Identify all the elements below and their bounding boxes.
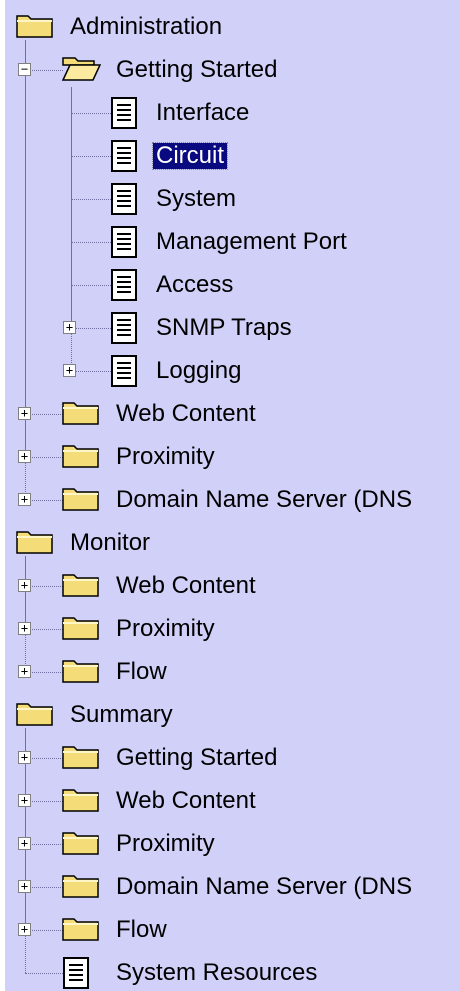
document-icon xyxy=(109,268,139,307)
expand-icon[interactable]: + xyxy=(63,364,76,377)
tree-item-getting-started[interactable]: + Getting Started xyxy=(5,737,459,779)
document-icon xyxy=(109,354,139,393)
folder-icon xyxy=(61,569,101,604)
expand-icon[interactable]: + xyxy=(18,837,31,850)
tree-item-label[interactable]: Web Content xyxy=(113,401,259,427)
tree-item-label[interactable]: Web Content xyxy=(113,573,259,599)
tree-item-proximity[interactable]: + Proximity xyxy=(5,608,459,650)
expand-icon[interactable]: + xyxy=(18,579,31,592)
tree-item-domain-name-server-dns[interactable]: + Domain Name Server (DNS xyxy=(5,479,459,521)
tree-item-label[interactable]: Flow xyxy=(113,917,170,943)
tree-item-interface[interactable]: Interface xyxy=(5,92,459,134)
tree-item-web-content[interactable]: + Web Content xyxy=(5,780,459,822)
expand-icon[interactable]: + xyxy=(18,407,31,420)
expand-icon[interactable]: + xyxy=(18,794,31,807)
tree-item-label[interactable]: Logging xyxy=(153,358,244,384)
tree-item-system-resources[interactable]: System Resources xyxy=(5,952,459,991)
tree-item-web-content[interactable]: + Web Content xyxy=(5,393,459,435)
tree-item-snmp-traps[interactable]: + SNMP Traps xyxy=(5,307,459,349)
tree-item-summary[interactable]: Summary xyxy=(5,694,459,736)
tree-item-administration[interactable]: Administration xyxy=(5,6,459,48)
expand-icon[interactable]: + xyxy=(18,450,31,463)
tree-item-label[interactable]: Administration xyxy=(67,14,225,40)
tree-item-label[interactable]: Circuit xyxy=(151,142,229,170)
folder-icon xyxy=(61,440,101,475)
folder-icon xyxy=(61,913,101,948)
tree-item-getting-started[interactable]: − Getting Started xyxy=(5,49,459,91)
tree-item-access[interactable]: Access xyxy=(5,264,459,306)
tree-item-web-content[interactable]: + Web Content xyxy=(5,565,459,607)
tree-item-logging[interactable]: + Logging xyxy=(5,350,459,392)
folder-icon xyxy=(15,10,55,45)
tree-item-label[interactable]: System Resources xyxy=(113,960,320,986)
tree-view[interactable]: Administration − Getting Started Interface C… xyxy=(5,0,459,991)
tree-item-label[interactable]: Domain Name Server (DNS xyxy=(113,874,415,900)
document-icon xyxy=(109,225,139,264)
tree-item-label[interactable]: Getting Started xyxy=(113,57,280,83)
folder-icon xyxy=(61,827,101,862)
document-icon xyxy=(61,956,91,991)
folder-icon xyxy=(61,483,101,518)
collapse-icon[interactable]: − xyxy=(18,63,31,76)
tree-item-label[interactable]: Web Content xyxy=(113,788,259,814)
folder-open-icon xyxy=(61,53,102,88)
folder-icon xyxy=(61,870,101,905)
tree-item-label[interactable]: Proximity xyxy=(113,616,218,642)
folder-icon xyxy=(15,526,55,561)
expand-icon[interactable]: + xyxy=(18,622,31,635)
tree-item-label[interactable]: Summary xyxy=(67,702,176,728)
tree-item-label[interactable]: Access xyxy=(153,272,236,298)
document-icon xyxy=(109,96,139,135)
folder-icon xyxy=(61,612,101,647)
tree-item-label[interactable]: SNMP Traps xyxy=(153,315,295,341)
tree-item-monitor[interactable]: Monitor xyxy=(5,522,459,564)
document-icon xyxy=(109,311,139,350)
folder-icon xyxy=(15,698,55,733)
folder-icon xyxy=(61,741,101,776)
expand-icon[interactable]: + xyxy=(18,923,31,936)
tree-item-label[interactable]: Monitor xyxy=(67,530,153,556)
tree-item-label[interactable]: Proximity xyxy=(113,831,218,857)
tree-item-label[interactable]: System xyxy=(153,186,239,212)
expand-icon[interactable]: + xyxy=(18,751,31,764)
folder-icon xyxy=(61,784,101,819)
expand-icon[interactable]: + xyxy=(18,665,31,678)
tree-item-flow[interactable]: + Flow xyxy=(5,651,459,693)
expand-icon[interactable]: + xyxy=(63,321,76,334)
document-icon xyxy=(109,182,139,221)
tree-item-proximity[interactable]: + Proximity xyxy=(5,436,459,478)
tree-item-management-port[interactable]: Management Port xyxy=(5,221,459,263)
folder-icon xyxy=(61,397,101,432)
tree-item-label[interactable]: Proximity xyxy=(113,444,218,470)
tree-item-label[interactable]: Management Port xyxy=(153,229,350,255)
tree-item-label[interactable]: Interface xyxy=(153,100,252,126)
tree-item-proximity[interactable]: + Proximity xyxy=(5,823,459,865)
tree-item-circuit[interactable]: Circuit xyxy=(5,135,459,177)
expand-icon[interactable]: + xyxy=(18,880,31,893)
tree-item-label[interactable]: Getting Started xyxy=(113,745,280,771)
document-icon xyxy=(109,139,139,178)
tree-item-flow[interactable]: + Flow xyxy=(5,909,459,951)
tree-item-system[interactable]: System xyxy=(5,178,459,220)
tree-item-label[interactable]: Flow xyxy=(113,659,170,685)
expand-icon[interactable]: + xyxy=(18,493,31,506)
tree-item-domain-name-server-dns[interactable]: + Domain Name Server (DNS xyxy=(5,866,459,908)
tree-item-label[interactable]: Domain Name Server (DNS xyxy=(113,487,415,513)
folder-icon xyxy=(61,655,101,690)
